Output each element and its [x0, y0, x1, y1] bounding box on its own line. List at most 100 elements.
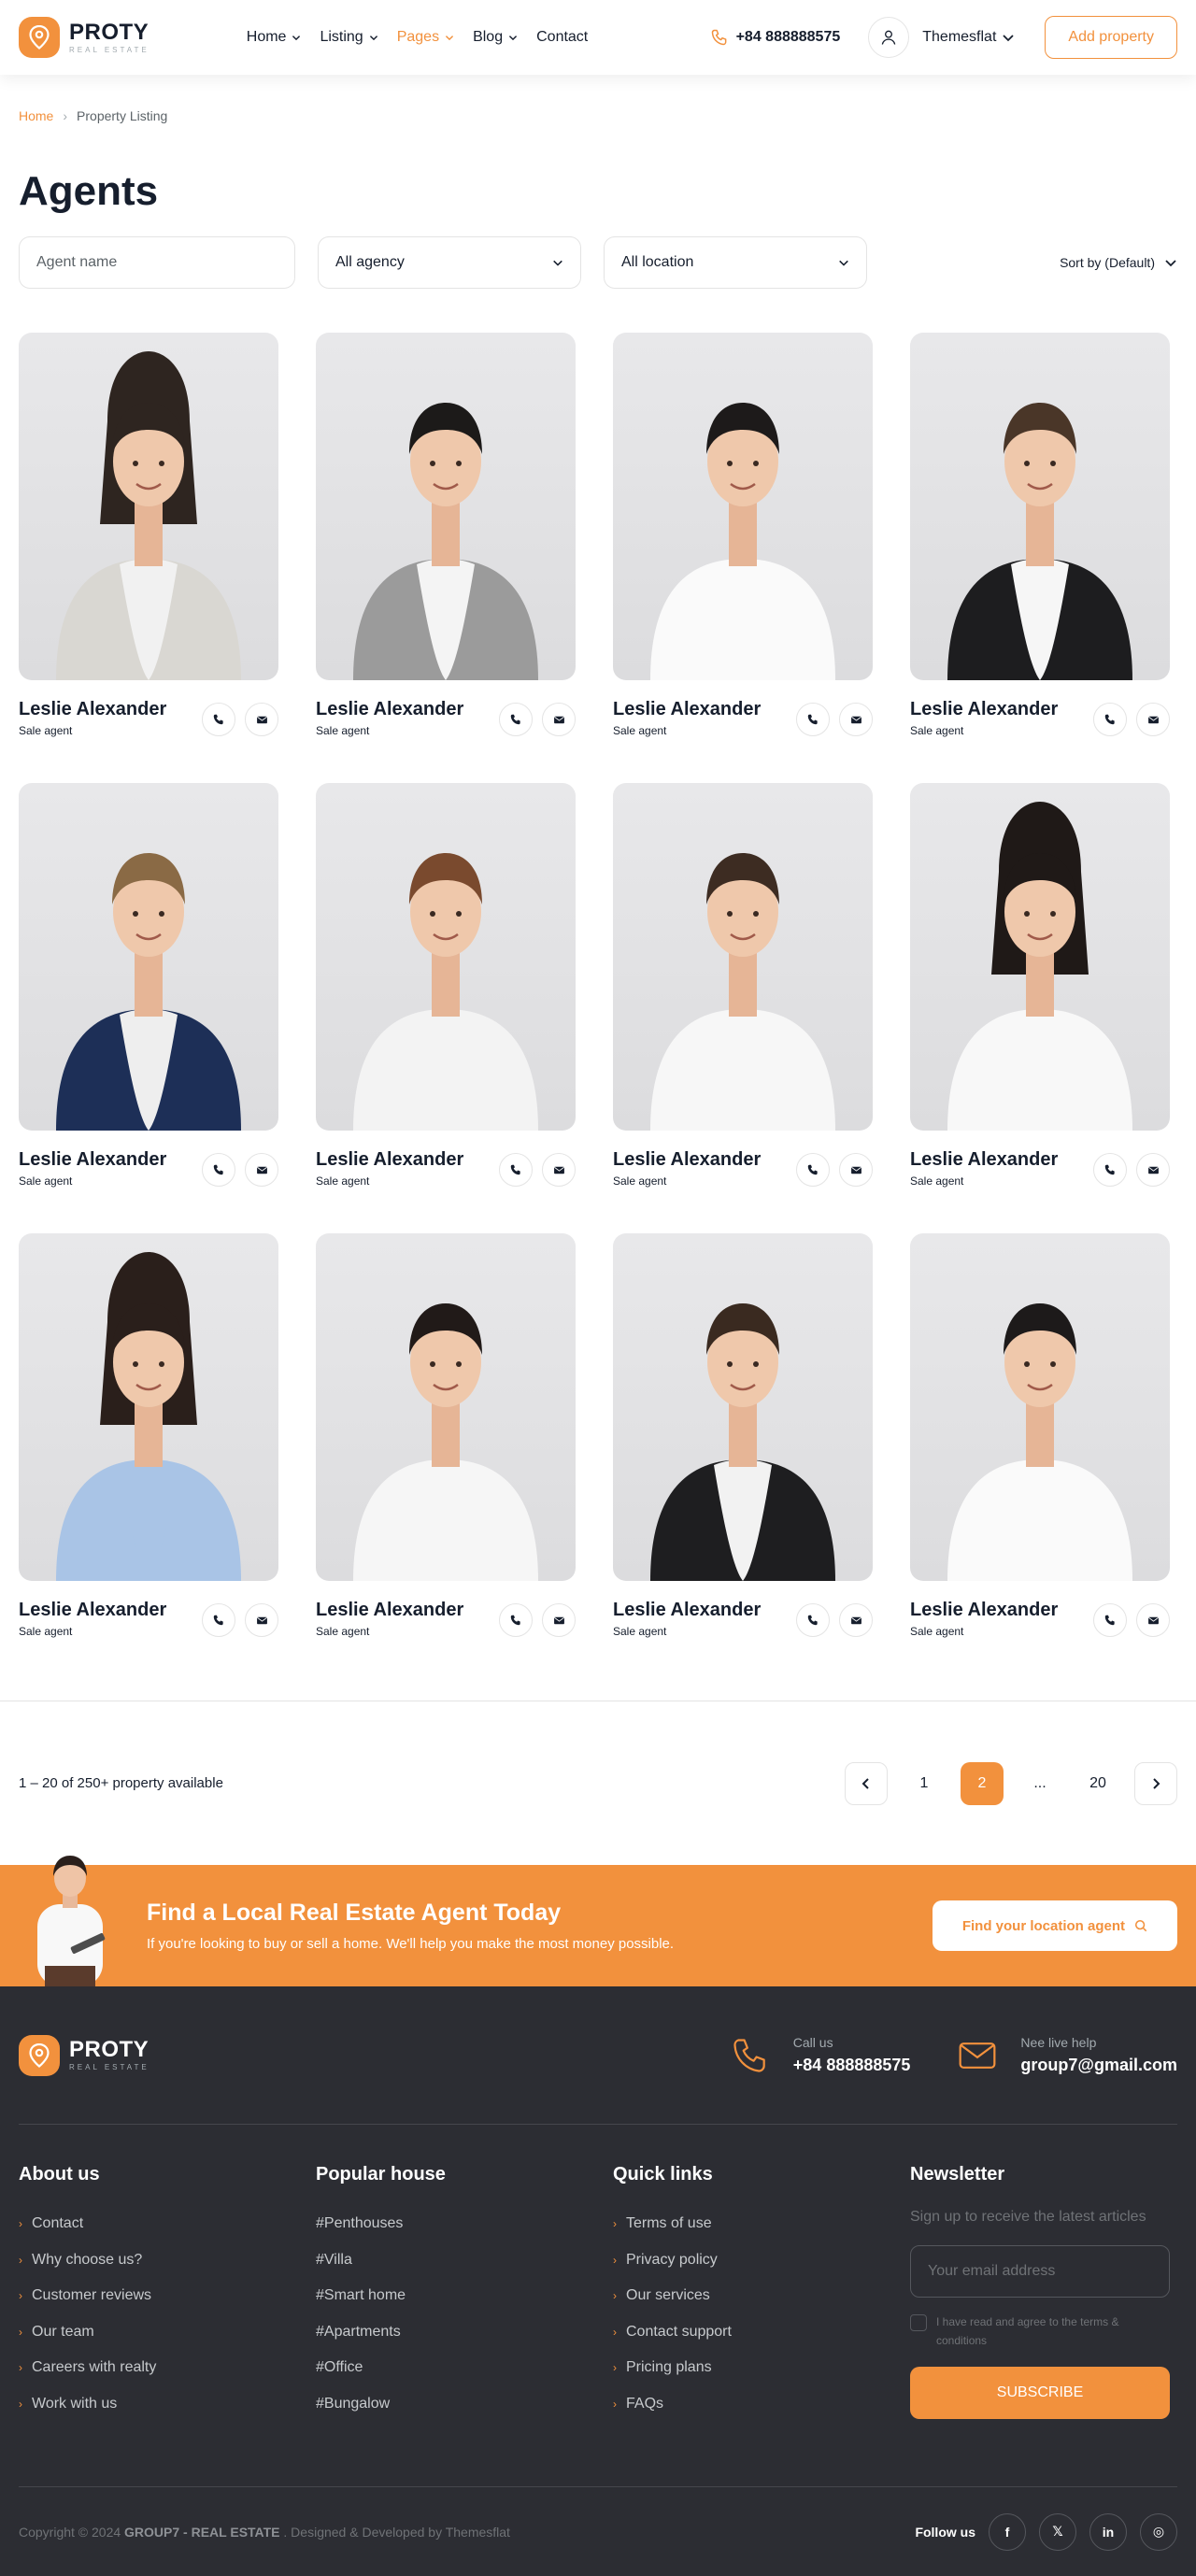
footer-popular-link[interactable]: #Smart home	[316, 2278, 576, 2314]
terms-checkbox[interactable]	[910, 2314, 927, 2331]
agent-email-button[interactable]	[542, 1153, 576, 1187]
pagination-prev-button[interactable]	[845, 1761, 888, 1805]
site-logo[interactable]: PROTY REAL ESTATE	[19, 17, 150, 58]
footer-about-link[interactable]: › Our team	[19, 2314, 278, 2351]
agent-email-button[interactable]	[1136, 1603, 1170, 1637]
breadcrumb-home[interactable]: Home	[19, 108, 53, 123]
pagination-page-2[interactable]: 2	[961, 1761, 1004, 1805]
footer-help[interactable]: Nee live help group7@gmail.com	[957, 2035, 1177, 2076]
agent-photo[interactable]	[613, 1233, 873, 1581]
agent-email-button[interactable]	[542, 1603, 576, 1637]
agent-card[interactable]: Leslie Alexander Sale agent	[613, 783, 873, 1196]
footer-about-link[interactable]: › Careers with realty	[19, 2350, 278, 2386]
x-twitter-icon[interactable]: 𝕏	[1039, 2512, 1076, 2551]
agent-call-button[interactable]	[202, 1603, 235, 1637]
footer-about-link[interactable]: › Why choose us?	[19, 2242, 278, 2279]
agent-name[interactable]: Leslie Alexander	[613, 1149, 796, 1171]
footer-about-link[interactable]: › Customer reviews	[19, 2278, 278, 2314]
agent-card[interactable]: Leslie Alexander Sale agent	[19, 333, 278, 746]
agent-email-button[interactable]	[245, 1153, 278, 1187]
agent-call-button[interactable]	[1093, 703, 1127, 736]
agent-photo[interactable]	[910, 1233, 1170, 1581]
find-location-agent-button[interactable]: Find your location agent	[932, 1900, 1177, 1951]
agent-photo[interactable]	[316, 783, 576, 1131]
footer-popular-link[interactable]: #Bungalow	[316, 2386, 576, 2423]
newsletter-email-input[interactable]	[910, 2245, 1170, 2298]
agent-name[interactable]: Leslie Alexander	[316, 1149, 499, 1171]
agent-email-button[interactable]	[542, 703, 576, 736]
agent-photo[interactable]	[910, 333, 1170, 680]
agent-call-button[interactable]	[202, 703, 235, 736]
location-select[interactable]: All location	[604, 236, 867, 289]
agent-photo[interactable]	[910, 783, 1170, 1131]
agent-call-button[interactable]	[499, 1153, 533, 1187]
agency-select[interactable]: All agency	[318, 236, 581, 289]
agent-photo[interactable]	[613, 333, 873, 680]
nav-item-blog[interactable]: Blog	[473, 29, 518, 46]
agent-email-button[interactable]	[245, 703, 278, 736]
agent-name[interactable]: Leslie Alexander	[316, 1600, 499, 1621]
footer-popular-link[interactable]: #Penthouses	[316, 2206, 576, 2242]
agent-email-button[interactable]	[839, 1603, 873, 1637]
agent-name[interactable]: Leslie Alexander	[19, 699, 202, 720]
subscribe-button[interactable]: SUBSCRIBE	[910, 2367, 1170, 2419]
footer-call[interactable]: Call us +84 888888575	[730, 2035, 910, 2076]
agent-call-button[interactable]	[796, 1603, 830, 1637]
agent-card[interactable]: Leslie Alexander Sale agent	[910, 783, 1170, 1196]
sort-dropdown[interactable]: Sort by (Default)	[1060, 255, 1177, 270]
footer-about-link[interactable]: › Contact	[19, 2206, 278, 2242]
agent-call-button[interactable]	[796, 1153, 830, 1187]
agent-email-button[interactable]	[1136, 703, 1170, 736]
agent-name[interactable]: Leslie Alexander	[19, 1149, 202, 1171]
agent-call-button[interactable]	[1093, 1603, 1127, 1637]
agent-photo[interactable]	[19, 1233, 278, 1581]
agent-photo[interactable]	[613, 783, 873, 1131]
agent-card[interactable]: Leslie Alexander Sale agent	[910, 333, 1170, 746]
agent-call-button[interactable]	[796, 703, 830, 736]
nav-item-contact[interactable]: Contact	[536, 29, 588, 46]
agent-photo[interactable]	[19, 333, 278, 680]
footer-quick-link[interactable]: › Pricing plans	[613, 2350, 873, 2386]
pagination-page-20[interactable]: 20	[1076, 1761, 1119, 1805]
agent-card[interactable]: Leslie Alexander Sale agent	[316, 1233, 576, 1646]
footer-popular-link[interactable]: #Office	[316, 2350, 576, 2386]
facebook-icon[interactable]: f	[989, 2512, 1026, 2551]
footer-quick-link[interactable]: › FAQs	[613, 2386, 873, 2423]
agent-email-button[interactable]	[245, 1603, 278, 1637]
agent-card[interactable]: Leslie Alexander Sale agent	[316, 783, 576, 1196]
pagination-page-1[interactable]: 1	[903, 1761, 946, 1805]
nav-item-pages[interactable]: Pages	[397, 29, 454, 46]
agent-email-button[interactable]	[839, 703, 873, 736]
linkedin-icon[interactable]: in	[1089, 2512, 1127, 2551]
agent-call-button[interactable]	[499, 1603, 533, 1637]
agent-name[interactable]: Leslie Alexander	[910, 1149, 1093, 1171]
agent-card[interactable]: Leslie Alexander Sale agent	[19, 1233, 278, 1646]
nav-item-home[interactable]: Home	[247, 29, 302, 46]
footer-popular-link[interactable]: #Apartments	[316, 2314, 576, 2351]
add-property-button[interactable]: Add property	[1045, 16, 1177, 59]
agent-call-button[interactable]	[1093, 1153, 1127, 1187]
agent-card[interactable]: Leslie Alexander Sale agent	[19, 783, 278, 1196]
agent-name[interactable]: Leslie Alexander	[910, 699, 1093, 720]
agent-name[interactable]: Leslie Alexander	[19, 1600, 202, 1621]
agent-email-button[interactable]	[839, 1153, 873, 1187]
agent-photo[interactable]	[19, 783, 278, 1131]
pagination-next-button[interactable]	[1134, 1761, 1177, 1805]
agent-call-button[interactable]	[202, 1153, 235, 1187]
agent-name-input[interactable]	[19, 236, 295, 289]
agent-name[interactable]: Leslie Alexander	[910, 1600, 1093, 1621]
agent-card[interactable]: Leslie Alexander Sale agent	[613, 333, 873, 746]
agent-name[interactable]: Leslie Alexander	[316, 699, 499, 720]
footer-quick-link[interactable]: › Our services	[613, 2278, 873, 2314]
nav-item-listing[interactable]: Listing	[320, 29, 377, 46]
footer-about-link[interactable]: › Work with us	[19, 2386, 278, 2423]
footer-logo[interactable]: PROTY REAL ESTATE	[19, 2034, 150, 2076]
agent-name[interactable]: Leslie Alexander	[613, 1600, 796, 1621]
footer-popular-link[interactable]: #Villa	[316, 2242, 576, 2279]
footer-quick-link[interactable]: › Privacy policy	[613, 2242, 873, 2279]
agent-email-button[interactable]	[1136, 1153, 1170, 1187]
user-menu[interactable]: Themesflat	[868, 17, 1015, 58]
agent-name[interactable]: Leslie Alexander	[613, 699, 796, 720]
agent-card[interactable]: Leslie Alexander Sale agent	[910, 1233, 1170, 1646]
header-phone[interactable]: +84 888888575	[710, 28, 840, 47]
